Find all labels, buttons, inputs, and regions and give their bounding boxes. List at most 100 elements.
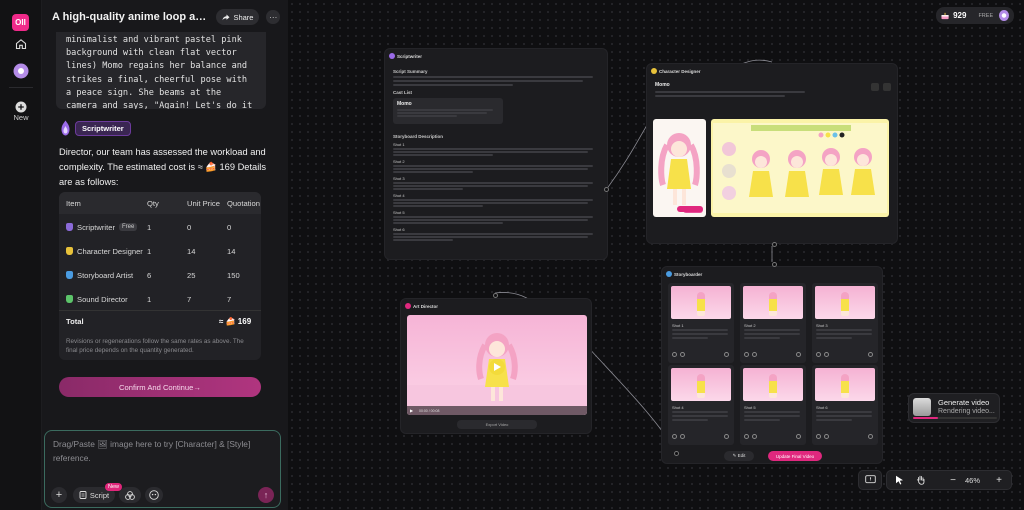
new-label[interactable]: New xyxy=(0,113,42,122)
expand-character-icon[interactable] xyxy=(883,83,891,91)
home-icon[interactable] xyxy=(11,34,31,54)
row-qty: 1 xyxy=(147,222,152,232)
free-tag: Free xyxy=(118,223,138,231)
shot-character xyxy=(841,292,849,316)
character-designer-node-title: Character Designer xyxy=(659,68,701,74)
storyboarder-node-icon xyxy=(666,271,672,277)
shot-edit-icon[interactable] xyxy=(672,352,677,357)
credits-badge[interactable]: 929 FREE xyxy=(936,7,1014,24)
shot-edit-icon[interactable] xyxy=(672,434,677,439)
shot-regenerate-icon[interactable] xyxy=(752,352,757,357)
shot-thumbnail[interactable] xyxy=(743,286,803,319)
shot-more-icon[interactable] xyxy=(868,434,873,439)
shot-regenerate-icon[interactable] xyxy=(680,352,685,357)
feedback-icon[interactable] xyxy=(858,470,882,490)
workflow-canvas[interactable]: Scriptwriter Script Summary Cast List Mo… xyxy=(288,0,1024,510)
table-row: Storyboard Artist 6 25 150 xyxy=(59,264,261,286)
total-label: Total xyxy=(66,317,84,326)
connector-dot[interactable] xyxy=(493,293,498,298)
character-select-button[interactable] xyxy=(677,206,703,212)
shot-regenerate-icon[interactable] xyxy=(824,434,829,439)
script-tool-label: Script xyxy=(89,490,110,500)
zoom-level: 46% xyxy=(965,476,981,485)
edit-storyboard-button[interactable]: ✎ Edit xyxy=(724,451,754,461)
storyboard-shot-card[interactable]: Shot 2 xyxy=(740,283,806,363)
shot-description-line xyxy=(672,415,728,417)
shot-thumbnail[interactable] xyxy=(815,368,875,401)
shot-thumbnail[interactable] xyxy=(743,368,803,401)
connector-dot[interactable] xyxy=(772,242,777,247)
zoom-in-button[interactable]: + xyxy=(991,473,1007,487)
shot-description-line xyxy=(744,411,800,413)
connector-dot[interactable] xyxy=(674,451,679,456)
shot-edit-icon[interactable] xyxy=(816,352,821,357)
shot-edit-icon[interactable] xyxy=(816,434,821,439)
send-icon[interactable]: ↑ xyxy=(258,487,274,503)
total-row: Total ≈ 🍰 169 xyxy=(59,310,261,332)
shot-more-icon[interactable] xyxy=(724,434,729,439)
project-avatar-icon[interactable] xyxy=(11,61,31,81)
more-options-icon[interactable]: ··· xyxy=(266,10,280,24)
style-tool-button[interactable] xyxy=(119,487,141,503)
shot-character xyxy=(769,374,777,398)
storyboard-shot-card[interactable]: Shot 3 xyxy=(812,283,878,363)
shot-edit-icon[interactable] xyxy=(744,352,749,357)
shot-more-icon[interactable] xyxy=(796,434,801,439)
row-qty: 1 xyxy=(147,294,152,304)
export-video-button[interactable]: Export Video xyxy=(457,420,537,429)
shot-regenerate-icon[interactable] xyxy=(752,434,757,439)
select-pointer-icon[interactable] xyxy=(891,473,907,487)
shot-edit-icon[interactable] xyxy=(744,434,749,439)
prompt-input[interactable]: Drag/Paste 🖼 image here to try [Characte… xyxy=(53,437,273,465)
storyboard-shot-card[interactable]: Shot 1 xyxy=(668,283,734,363)
storyboard-shot-card[interactable]: Shot 6 xyxy=(812,365,878,445)
pan-hand-icon[interactable] xyxy=(913,473,929,487)
character-tool-button[interactable] xyxy=(145,487,163,503)
shot-more-icon[interactable] xyxy=(868,352,873,357)
play-icon[interactable]: ▶ xyxy=(410,408,413,413)
add-attachment-button[interactable]: + xyxy=(51,487,67,503)
art-director-node[interactable]: Art Director ▶ 00:00 / 00:08 Export Vide… xyxy=(400,298,592,434)
update-final-video-button[interactable]: Update Final Video xyxy=(768,451,822,461)
storyboard-artist-role-icon xyxy=(66,271,73,279)
share-button[interactable]: Share xyxy=(216,9,260,25)
table-row: Sound Director 1 7 7 xyxy=(59,288,261,310)
generate-video-toast[interactable]: Generate video Rendering video... xyxy=(908,393,1000,423)
shot-more-icon[interactable] xyxy=(724,352,729,357)
app-logo[interactable]: OII xyxy=(12,14,29,31)
storyboard-shot-card[interactable]: Shot 5 xyxy=(740,365,806,445)
row-unit: 7 xyxy=(187,294,192,304)
storyboarder-node[interactable]: Storyboarder Shot 1 Shot 2 Shot 3 Shot 4 Sho… xyxy=(661,266,883,464)
character-sheet-image[interactable] xyxy=(711,119,889,217)
storyboarder-node-title: Storyboarder xyxy=(674,271,703,277)
script-shot-label: Shot 2 xyxy=(393,159,405,164)
shot-description-line xyxy=(672,337,708,339)
confirm-continue-button[interactable]: Confirm And Continue→ xyxy=(59,377,261,397)
user-avatar[interactable] xyxy=(999,10,1009,21)
shot-description-line xyxy=(744,333,800,335)
connector-dot[interactable] xyxy=(772,262,777,267)
chat-header: A high-quality anime loop animati... Sha… xyxy=(42,0,288,34)
zoom-out-button[interactable]: − xyxy=(945,473,961,487)
shot-regenerate-icon[interactable] xyxy=(824,352,829,357)
header-unit-price: Unit Price xyxy=(187,198,220,208)
shot-regenerate-icon[interactable] xyxy=(680,434,685,439)
scriptwriter-node[interactable]: Scriptwriter Script Summary Cast List Mo… xyxy=(384,48,608,260)
video-player[interactable]: ▶ 00:00 / 00:08 xyxy=(407,315,587,415)
shot-description-line xyxy=(816,415,872,417)
character-designer-node[interactable]: Character Designer Momo xyxy=(646,63,898,244)
shot-thumbnail[interactable] xyxy=(815,286,875,319)
script-tool-icon xyxy=(79,491,87,499)
header-quotation: Quotation xyxy=(227,198,260,208)
shot-thumbnail[interactable] xyxy=(671,368,731,401)
row-unit: 25 xyxy=(187,270,196,280)
cast-card: Momo xyxy=(393,98,503,124)
prompt-input-box[interactable]: Drag/Paste 🖼 image here to try [Characte… xyxy=(44,430,281,508)
storyboard-shot-card[interactable]: Shot 4 xyxy=(668,365,734,445)
connector-dot[interactable] xyxy=(604,187,609,192)
shot-more-icon[interactable] xyxy=(796,352,801,357)
character-portrait-image[interactable] xyxy=(653,119,706,217)
shot-thumbnail[interactable] xyxy=(671,286,731,319)
script-shot-label: Shot 1 xyxy=(393,142,405,147)
edit-character-icon[interactable] xyxy=(871,83,879,91)
